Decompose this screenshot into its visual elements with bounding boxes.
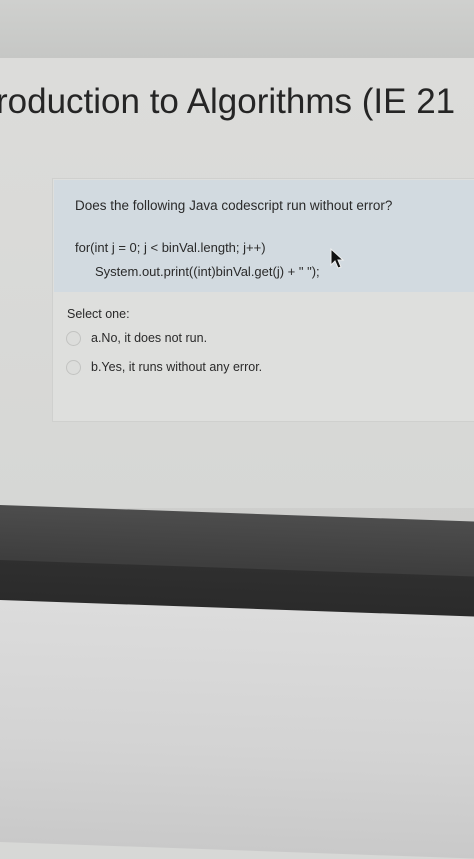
option-a-label: a.No, it does not run.: [91, 331, 208, 345]
option-a[interactable]: a.No, it does not run.: [66, 328, 207, 348]
desk-surface: [0, 600, 474, 859]
radio-option-b[interactable]: [66, 359, 81, 375]
select-one-label: Select one:: [67, 307, 130, 321]
radio-option-a[interactable]: [66, 330, 81, 346]
code-line-2: System.out.print((int)binVal.get(j) + " …: [95, 264, 320, 279]
option-b[interactable]: b.Yes, it runs without any error.: [66, 357, 262, 377]
question-text: Does the following Java codescript run w…: [75, 198, 393, 213]
option-b-label: b.Yes, it runs without any error.: [91, 360, 263, 374]
page-title: roduction to Algorithms (IE 21: [0, 82, 456, 121]
mouse-pointer-icon: [330, 248, 345, 269]
browser-top-area: [0, 0, 474, 59]
code-line-1: for(int j = 0; j < binVal.length; j++): [75, 240, 266, 255]
